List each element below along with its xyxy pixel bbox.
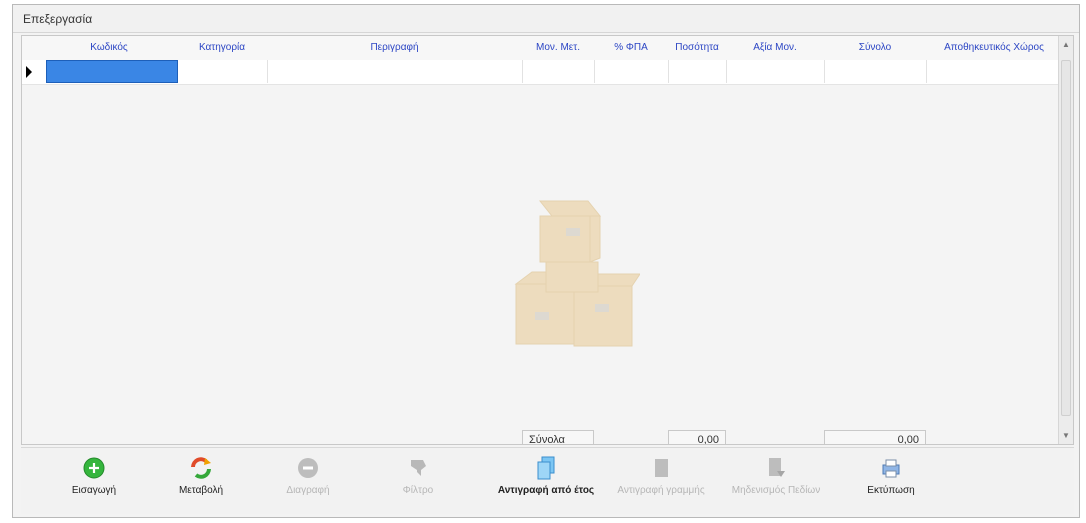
print-button[interactable]: Εκτύπωση [836,454,946,496]
column-header-vat[interactable]: % ΦΠΑ [594,36,668,60]
reset-fields-icon [762,454,790,482]
cell-unit-value[interactable] [726,60,825,83]
reset-fields-button[interactable]: Μηδενισμός Πεδίων [721,454,831,496]
column-header-quantity[interactable]: Ποσότητα [668,36,726,60]
column-header-storage[interactable]: Αποθηκευτικός Χώρος [926,36,1062,60]
copy-from-year-label: Αντιγραφή από έτος [497,485,595,496]
vertical-scroll-thumb[interactable] [1061,60,1071,416]
row-indicator-icon [26,66,32,78]
cell-vat[interactable] [594,60,669,83]
plus-circle-icon [80,454,108,482]
minus-circle-icon [294,454,322,482]
empty-boxes-icon [514,200,640,347]
copy-row-icon [647,454,675,482]
print-icon [877,454,905,482]
panel-title: Επεξεργασία [13,5,1079,33]
delete-button[interactable]: Διαγραφή [253,454,363,496]
cell-total[interactable] [824,60,927,83]
insert-label: Εισαγωγή [71,485,117,496]
cell-code-active[interactable] [46,60,178,83]
filter-button[interactable]: Φίλτρο [363,454,473,496]
scroll-down-icon[interactable]: ▼ [1062,431,1070,440]
cell-storage[interactable] [926,60,1063,83]
totals-label: Σύνολα [522,430,594,444]
print-label: Εκτύπωση [867,485,915,496]
delete-label: Διαγραφή [286,485,330,496]
total-quantity: 0,00 [668,430,726,444]
column-header-unit-value[interactable]: Αξία Μον. [726,36,824,60]
modify-button[interactable]: Μεταβολή [146,454,256,496]
cell-quantity[interactable] [668,60,727,83]
reset-fields-label: Μηδενισμός Πεδίων [731,485,821,496]
column-header-unit[interactable]: Μον. Μετ. [522,36,594,60]
cell-description[interactable] [267,60,523,83]
vertical-scrollbar[interactable]: ▲ ▼ [1058,36,1073,444]
refresh-icon [187,454,215,482]
bottom-toolbar: Εισαγωγή Μεταβολή Διαγραφή Φίλτρο Αντιγρ [21,447,1074,514]
column-header-description[interactable]: Περιγραφή [267,36,522,60]
total-sum: 0,00 [824,430,926,444]
cell-category[interactable] [178,60,268,83]
table-row[interactable] [22,60,1063,85]
column-header-total[interactable]: Σύνολο [824,36,926,60]
cell-unit[interactable] [522,60,595,83]
items-grid[interactable]: Κωδικός Κατηγορία Περιγραφή Μον. Μετ. % … [21,35,1074,445]
modify-label: Μεταβολή [178,485,224,496]
copy-row-button[interactable]: Αντιγραφή γραμμής [606,454,716,496]
copy-row-label: Αντιγραφή γραμμής [617,485,705,496]
copy-from-year-button[interactable]: Αντιγραφή από έτος [491,454,601,496]
filter-label: Φίλτρο [402,485,434,496]
copy-docs-icon [532,454,560,482]
column-header-code[interactable]: Κωδικός [44,36,174,60]
filter-icon [404,454,432,482]
edit-panel: Επεξεργασία Κωδικός Κατηγορία Περιγραφή … [12,4,1080,518]
column-header-category[interactable]: Κατηγορία [177,36,267,60]
scroll-up-icon[interactable]: ▲ [1062,40,1070,49]
grid-header: Κωδικός Κατηγορία Περιγραφή Μον. Μετ. % … [22,36,1062,61]
insert-button[interactable]: Εισαγωγή [39,454,149,496]
